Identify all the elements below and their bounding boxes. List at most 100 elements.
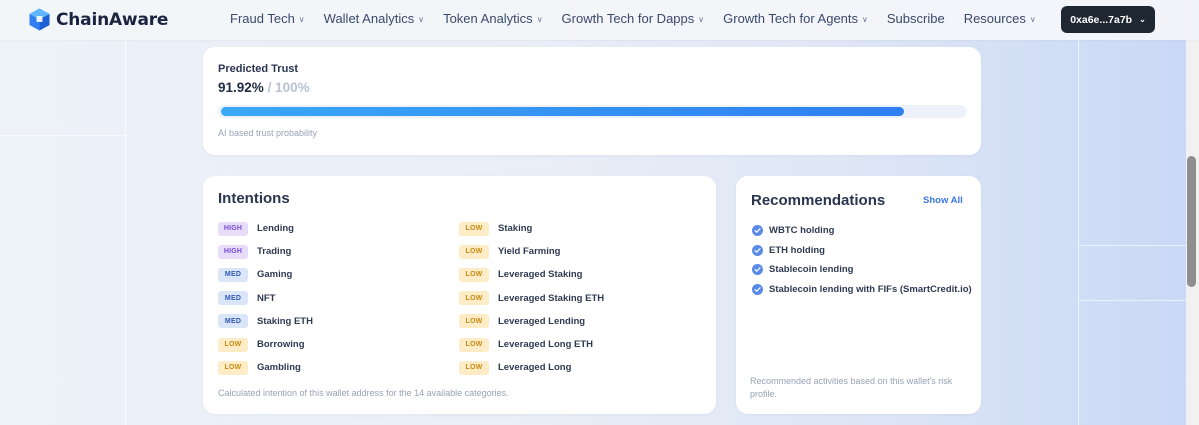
- intention-level-badge: LOW: [459, 291, 489, 306]
- wallet-address: 0xa6e...7a7b: [1070, 13, 1133, 26]
- intention-level-badge: MED: [218, 291, 248, 306]
- intention-label: Staking: [498, 223, 533, 235]
- scrollbar-thumb[interactable]: [1187, 156, 1196, 287]
- intention-level-badge: LOW: [218, 360, 248, 375]
- recommendation-item: WBTC holding: [752, 221, 972, 241]
- intention-row: HIGH Lending: [218, 217, 313, 240]
- intention-row: LOW Borrowing: [218, 333, 313, 356]
- recommendation-label: WBTC holding: [769, 225, 835, 237]
- trust-title: Predicted Trust: [218, 63, 299, 75]
- check-icon: [752, 283, 763, 295]
- intentions-card: Intentions HIGH Lending HIGH Trading MED Gami…: [203, 176, 716, 414]
- intention-row: LOW Leveraged Staking ETH: [459, 287, 604, 310]
- nav-item-label: Wallet Analytics: [323, 11, 415, 26]
- brand-name: ChainAware: [56, 9, 169, 30]
- intention-label: NFT: [257, 292, 276, 304]
- nav-item-growth-tech-for-dapps[interactable]: Growth Tech for Dapps ∨: [562, 11, 705, 26]
- nav-item-subscribe[interactable]: Subscribe: [887, 11, 945, 26]
- chainaware-logo-icon: [29, 8, 50, 31]
- check-icon: [752, 264, 763, 276]
- main-nav: Fraud Tech ∨ Wallet Analytics ∨ Token Analyt…: [230, 11, 1055, 26]
- recommendations-title: Recommendations: [751, 192, 886, 209]
- check-icon: [752, 244, 763, 256]
- intention-label: Leveraged Lending: [498, 315, 586, 327]
- nav-item-label: Subscribe: [886, 11, 945, 26]
- intentions-title: Intentions: [218, 190, 290, 207]
- intention-level-badge: LOW: [218, 337, 248, 352]
- nav-item-fraud-tech[interactable]: Fraud Tech ∨: [230, 11, 305, 26]
- recommendation-item: ETH holding: [752, 241, 972, 261]
- intention-row: LOW Leveraged Staking: [459, 263, 604, 286]
- recommendations-note: Recommended activities based on this wal…: [750, 376, 953, 399]
- intention-level-badge: HIGH: [218, 244, 248, 259]
- recommendation-item: Stablecoin lending: [752, 260, 972, 280]
- intention-level-badge: MED: [218, 314, 248, 329]
- nav-item-label: Resources: [963, 11, 1026, 26]
- intention-label: Leveraged Staking: [498, 269, 583, 281]
- intention-label: Staking ETH: [257, 315, 313, 327]
- intentions-column-right: LOW Staking LOW Yield Farming LOW Leveraged S…: [459, 217, 604, 379]
- trust-value: 91.92% / 100%: [218, 80, 310, 95]
- intention-level-badge: MED: [218, 267, 248, 282]
- intention-label: Leveraged Staking ETH: [498, 292, 605, 304]
- intentions-note: Calculated intention of this wallet addr…: [218, 388, 509, 398]
- trust-max: / 100%: [267, 80, 310, 95]
- top-navbar: ChainAware Fraud Tech ∨ Wallet Analytics ∨ T…: [0, 0, 1199, 40]
- nav-item-resources[interactable]: Resources ∨: [964, 11, 1036, 26]
- predicted-trust-card: Predicted Trust 91.92% / 100% AI based t…: [203, 47, 981, 155]
- trust-score: 91.92%: [218, 80, 264, 95]
- nav-item-label: Token Analytics: [443, 11, 533, 26]
- intention-row: LOW Leveraged Lending: [459, 310, 604, 333]
- intention-row: MED Staking ETH: [218, 310, 313, 333]
- chevron-down-icon: ∨: [1029, 15, 1036, 24]
- recommendations-list: WBTC holding ETH holding Stablecoin lendin…: [752, 221, 972, 299]
- intentions-column-left: HIGH Lending HIGH Trading MED Gaming MED NFT MED…: [218, 217, 313, 379]
- intention-level-badge: LOW: [459, 337, 489, 352]
- recommendation-label: ETH holding: [769, 244, 825, 256]
- intention-level-badge: LOW: [459, 360, 489, 375]
- nav-item-label: Growth Tech for Dapps: [561, 11, 695, 26]
- nav-item-token-analytics[interactable]: Token Analytics ∨: [443, 11, 542, 26]
- intention-label: Yield Farming: [498, 246, 561, 258]
- chevron-down-icon: ∨: [298, 15, 305, 24]
- chevron-down-icon: ∨: [698, 15, 705, 24]
- intention-label: Borrowing: [257, 339, 305, 351]
- intention-row: HIGH Trading: [218, 240, 313, 263]
- recommendations-card: Recommendations Show All WBTC holding ETH…: [736, 176, 981, 414]
- brand-logo[interactable]: ChainAware: [29, 8, 168, 31]
- chevron-down-icon: ∨: [862, 15, 868, 24]
- intention-label: Gambling: [257, 362, 301, 374]
- nav-item-growth-tech-for-agents[interactable]: Growth Tech for Agents ∨: [723, 11, 868, 26]
- intention-level-badge: LOW: [459, 221, 489, 236]
- intention-row: MED NFT: [218, 287, 313, 310]
- intention-label: Lending: [257, 223, 294, 235]
- recommendation-label: Stablecoin lending: [769, 264, 854, 276]
- show-all-link[interactable]: Show All: [923, 195, 963, 206]
- nav-item-wallet-analytics[interactable]: Wallet Analytics ∨: [324, 11, 424, 26]
- intention-row: LOW Leveraged Long ETH: [459, 333, 604, 356]
- intention-label: Leveraged Long ETH: [498, 339, 594, 351]
- nav-item-label: Growth Tech for Agents: [723, 11, 859, 26]
- wallet-button[interactable]: 0xa6e...7a7b ⌄: [1061, 6, 1155, 33]
- chevron-down-icon: ⌄: [1139, 15, 1146, 24]
- intention-level-badge: LOW: [459, 314, 489, 329]
- intention-row: LOW Leveraged Long: [459, 356, 604, 379]
- intention-row: LOW Yield Farming: [459, 240, 604, 263]
- chevron-down-icon: ∨: [536, 15, 543, 24]
- trust-note: AI based trust probability: [218, 128, 318, 138]
- intention-level-badge: HIGH: [218, 221, 248, 236]
- intention-label: Leveraged Long: [498, 362, 572, 374]
- nav-item-label: Fraud Tech: [230, 11, 295, 26]
- recommendation-item: Stablecoin lending with FIFs (SmartCredi…: [752, 280, 972, 300]
- intention-level-badge: LOW: [459, 244, 489, 259]
- intention-row: LOW Gambling: [218, 356, 313, 379]
- intention-label: Gaming: [257, 269, 293, 281]
- intention-level-badge: LOW: [459, 267, 489, 282]
- chevron-down-icon: ∨: [418, 15, 425, 24]
- check-icon: [752, 225, 763, 237]
- recommendation-label: Stablecoin lending with FIFs (SmartCredi…: [769, 283, 972, 295]
- intention-row: MED Gaming: [218, 263, 313, 286]
- trust-progress-fill: [221, 107, 904, 116]
- intention-label: Trading: [257, 246, 292, 258]
- trust-progress-track: [218, 105, 967, 118]
